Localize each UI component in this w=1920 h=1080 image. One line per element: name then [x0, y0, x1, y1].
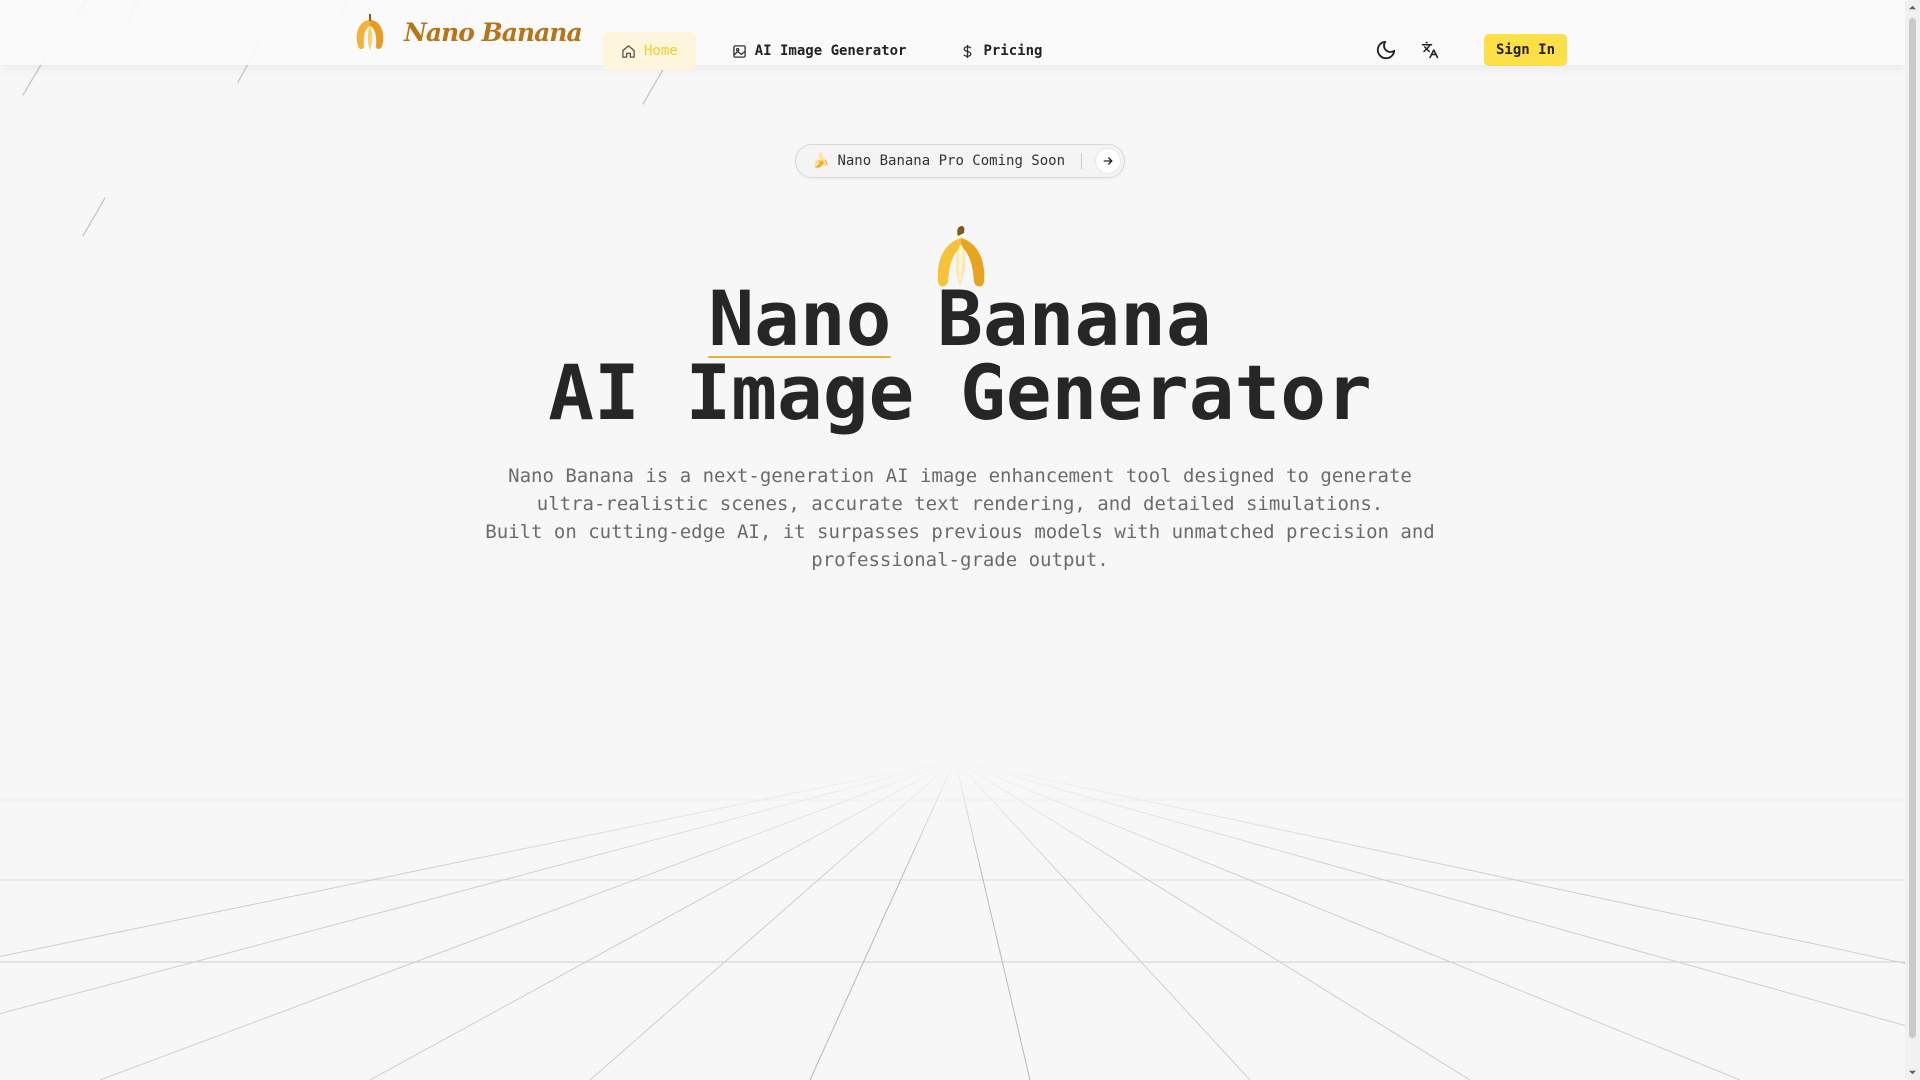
nav-ai-image-generator-label: AI Image Generator [754, 43, 907, 59]
dollar-icon [963, 44, 972, 58]
hero-description: Nano Banana is a next-generation AI imag… [460, 462, 1460, 574]
header-actions: Sign In [1370, 34, 1568, 66]
banana-logo-icon [356, 14, 384, 50]
theme-toggle-button[interactable] [1370, 34, 1402, 66]
image-icon [732, 44, 746, 58]
hero-title-line1: Nano Banana [0, 274, 1920, 363]
nav-pricing-label: Pricing [983, 43, 1043, 59]
title-highlight: Nano [708, 274, 892, 363]
nav-ai-image-generator[interactable]: AI Image Generator [714, 32, 925, 70]
nav-pricing[interactable]: Pricing [942, 32, 1060, 70]
hero-desc-line1: Nano Banana is a next-generation AI imag… [508, 465, 1412, 487]
hero-title-line2: AI Image Generator [548, 348, 1372, 437]
brand[interactable]: Nano Banana [350, 10, 583, 54]
banana-icon: 🍌 [812, 153, 830, 169]
perspective-grid [0, 760, 1905, 1080]
sign-in-button[interactable]: Sign In [1484, 34, 1568, 66]
home-icon [622, 44, 635, 58]
hero-desc-line4: professional-grade output. [811, 549, 1109, 571]
hero-desc-line3: Built on cutting-edge AI, it surpasses p… [485, 521, 1435, 543]
pill-divider [1081, 153, 1083, 169]
arrow-right-icon [1103, 157, 1113, 165]
main-nav: Home AI Image Generator Pricing [603, 32, 1078, 70]
brand-name: Nano Banana [404, 17, 583, 47]
language-button[interactable] [1414, 34, 1446, 66]
scroll-up-icon[interactable] [1908, 3, 1917, 12]
page: Nano Banana Home AI Image Generator Pric… [0, 0, 1920, 1080]
announcement-text: Nano Banana Pro Coming Soon [837, 153, 1066, 169]
hero-desc-line2: ultra-realistic scenes, accurate text re… [536, 493, 1384, 515]
scroll-down-icon[interactable] [1908, 1068, 1917, 1077]
translate-icon [1421, 41, 1439, 59]
hero-title: Nano Banana AI Image Generator [0, 274, 1920, 437]
announcement-pill[interactable]: 🍌 Nano Banana Pro Coming Soon [795, 144, 1125, 178]
top-navbar: Nano Banana Home AI Image Generator Pric… [0, 0, 1905, 70]
moon-icon [1376, 40, 1396, 60]
nav-home-label: Home [644, 43, 678, 59]
scrollbar-thumb[interactable] [1909, 18, 1916, 1038]
nav-home[interactable]: Home [603, 32, 696, 70]
announcement-arrow-button[interactable] [1096, 149, 1121, 173]
